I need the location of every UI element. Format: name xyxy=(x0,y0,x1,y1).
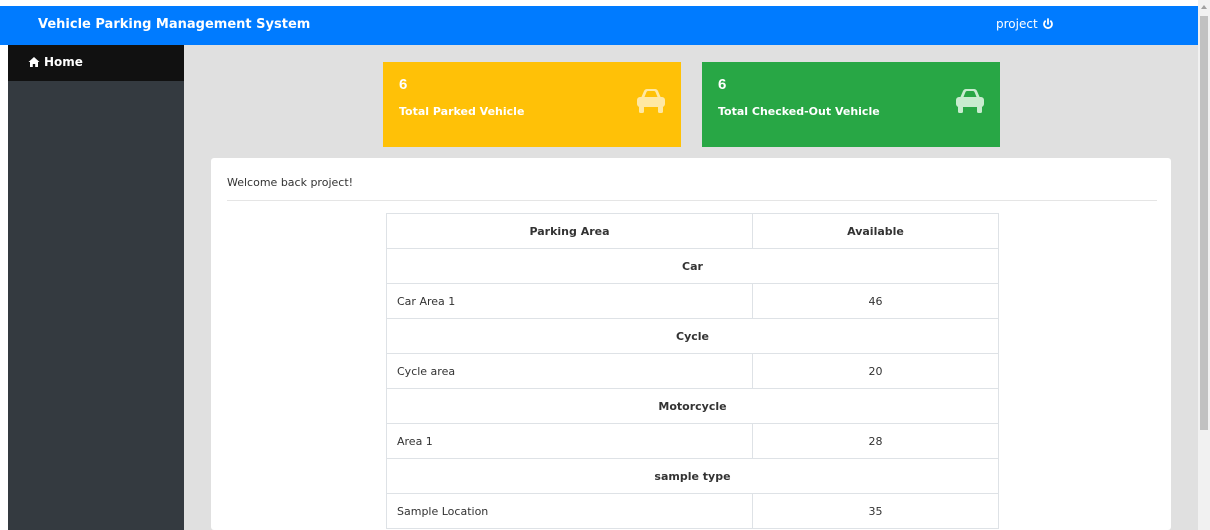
column-header-parking-area: Parking Area xyxy=(386,213,753,249)
brand-title[interactable]: Vehicle Parking Management System xyxy=(38,17,310,32)
column-header-available: Available xyxy=(752,213,999,249)
checked-out-count: 6 xyxy=(718,76,727,93)
available-cell: 35 xyxy=(752,493,999,529)
available-cell: 46 xyxy=(752,283,999,319)
divider xyxy=(227,200,1157,201)
table-row: Car Area 1 46 xyxy=(386,283,999,319)
user-menu[interactable]: project xyxy=(996,17,1054,31)
card-total-parked[interactable]: 6 Total Parked Vehicle xyxy=(383,62,681,147)
area-cell: Area 1 xyxy=(386,423,753,459)
dashboard-panel: Welcome back project! Parking Area Avail… xyxy=(211,158,1171,530)
sidebar-item-home[interactable]: Home xyxy=(8,45,184,81)
parked-label: Total Parked Vehicle xyxy=(399,105,525,118)
sidebar: Home xyxy=(8,45,184,530)
group-label: Cycle xyxy=(386,318,999,354)
group-row: Motorcycle xyxy=(386,388,999,424)
sidebar-item-label: Home xyxy=(44,55,83,69)
group-label: Motorcycle xyxy=(386,388,999,424)
area-cell: Car Area 1 xyxy=(386,283,753,319)
table-header-row: Parking Area Available xyxy=(386,213,999,249)
available-cell: 28 xyxy=(752,423,999,459)
group-row: Cycle xyxy=(386,318,999,354)
power-icon[interactable] xyxy=(1042,18,1054,30)
parking-area-table: Parking Area Available Car Car Area 1 46… xyxy=(386,213,999,529)
welcome-message: Welcome back project! xyxy=(227,176,354,189)
card-total-checked-out[interactable]: 6 Total Checked-Out Vehicle xyxy=(702,62,1000,147)
page-scrollbar[interactable] xyxy=(1198,0,1210,530)
table-row: Cycle area 20 xyxy=(386,353,999,389)
group-row: Car xyxy=(386,248,999,284)
area-cell: Sample Location xyxy=(386,493,753,529)
parked-count: 6 xyxy=(399,76,408,93)
top-navbar: Vehicle Parking Management System projec… xyxy=(0,6,1198,45)
scroll-up-arrow-icon[interactable] xyxy=(1200,2,1208,12)
group-label: Car xyxy=(386,248,999,284)
car-icon xyxy=(956,89,984,113)
area-cell: Cycle area xyxy=(386,353,753,389)
car-icon xyxy=(637,89,665,113)
user-name: project xyxy=(996,17,1038,31)
group-label: sample type xyxy=(386,458,999,494)
scrollbar-thumb[interactable] xyxy=(1200,16,1208,430)
table-row: Area 1 28 xyxy=(386,423,999,459)
table-row: Sample Location 35 xyxy=(386,493,999,529)
home-icon xyxy=(28,57,40,67)
group-row: sample type xyxy=(386,458,999,494)
available-cell: 20 xyxy=(752,353,999,389)
checked-out-label: Total Checked-Out Vehicle xyxy=(718,105,880,118)
